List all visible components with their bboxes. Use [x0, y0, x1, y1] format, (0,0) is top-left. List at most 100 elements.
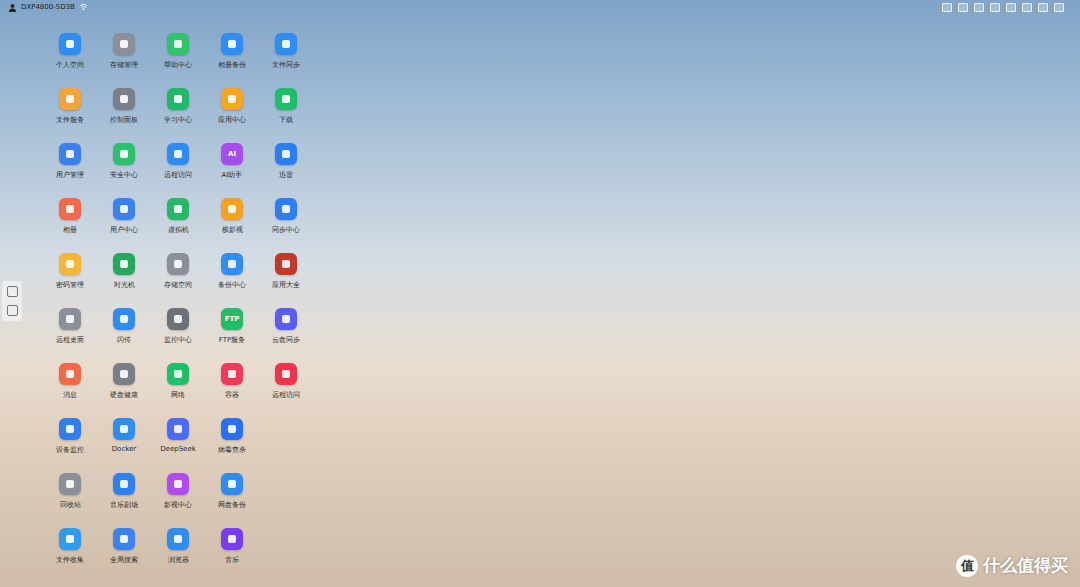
app-label: 网络 [171, 390, 185, 400]
app-shortcut[interactable]: 应用大全 [259, 253, 313, 308]
app-shortcut[interactable]: 网络 [151, 363, 205, 418]
status-icon[interactable] [1006, 3, 1016, 12]
app-shortcut[interactable]: 全局搜索 [97, 528, 151, 583]
app-icon [167, 528, 189, 550]
glyph-icon [280, 313, 292, 325]
app-shortcut[interactable]: 虚拟机 [151, 198, 205, 253]
dock-icon [7, 305, 18, 316]
app-icon [59, 528, 81, 550]
app-label: 远程桌面 [56, 335, 84, 345]
app-shortcut[interactable]: 存储管理 [97, 33, 151, 88]
app-shortcut[interactable]: 个人空间 [43, 33, 97, 88]
app-label: 监控中心 [164, 335, 192, 345]
app-shortcut[interactable]: 时光机 [97, 253, 151, 308]
glyph-icon [172, 478, 184, 490]
app-shortcut[interactable]: FTPFTP服务 [205, 308, 259, 363]
app-shortcut[interactable]: AIAI助手 [205, 143, 259, 198]
app-shortcut[interactable]: 回收站 [43, 473, 97, 528]
glyph-icon [118, 533, 130, 545]
app-label: 闪传 [117, 335, 131, 345]
app-shortcut[interactable]: 安全中心 [97, 143, 151, 198]
glyph-icon [172, 148, 184, 160]
app-shortcut[interactable]: 同步中心 [259, 198, 313, 253]
app-label: 消息 [63, 390, 77, 400]
app-icon [167, 198, 189, 220]
glyph-icon [280, 368, 292, 380]
glyph-icon [172, 368, 184, 380]
app-row: 密码管理时光机存储空间备份中心应用大全 [43, 253, 1080, 308]
app-shortcut[interactable]: 硬盘健康 [97, 363, 151, 418]
app-icon [113, 88, 135, 110]
status-icon[interactable] [942, 3, 952, 12]
app-label: 存储管理 [110, 60, 138, 70]
app-shortcut[interactable]: 消息 [43, 363, 97, 418]
status-icon[interactable] [958, 3, 968, 12]
status-icon[interactable] [990, 3, 1000, 12]
device-name[interactable]: DXP4800-5D3B [8, 3, 88, 12]
app-shortcut[interactable]: 音乐剧场 [97, 473, 151, 528]
app-icon [113, 143, 135, 165]
status-icon[interactable] [1054, 3, 1064, 12]
status-icon[interactable] [1022, 3, 1032, 12]
app-label: 硬盘健康 [110, 390, 138, 400]
app-shortcut[interactable]: 相册 [43, 198, 97, 253]
glyph-icon [172, 533, 184, 545]
app-shortcut[interactable]: DeepSeek [151, 418, 205, 473]
app-shortcut[interactable]: 相册备份 [205, 33, 259, 88]
app-shortcut[interactable]: 存储空间 [151, 253, 205, 308]
app-label: 相册备份 [218, 60, 246, 70]
app-shortcut[interactable]: 云盘同步 [259, 308, 313, 363]
desktop: DXP4800-5D3B 个人空间 存储管理 帮助中心 相册备份 文件同步文件服务 控制面板… [0, 0, 1080, 587]
app-shortcut[interactable]: 音乐 [205, 528, 259, 583]
app-shortcut[interactable]: 帮助中心 [151, 33, 205, 88]
app-label: 学习中心 [164, 115, 192, 125]
watermark-logo: 值 [956, 555, 978, 577]
app-shortcut[interactable]: 容器 [205, 363, 259, 418]
app-icon [275, 363, 297, 385]
app-icon [221, 418, 243, 440]
app-icon [59, 198, 81, 220]
app-shortcut[interactable]: 病毒查杀 [205, 418, 259, 473]
app-shortcut[interactable]: 文件服务 [43, 88, 97, 143]
app-icon [113, 473, 135, 495]
app-label: 远程访问 [272, 390, 300, 400]
app-shortcut[interactable]: 设备监控 [43, 418, 97, 473]
app-shortcut[interactable]: Docker [97, 418, 151, 473]
app-shortcut[interactable]: 下载 [259, 88, 313, 143]
app-label: 文件服务 [56, 115, 84, 125]
status-icon[interactable] [974, 3, 984, 12]
app-icon [221, 528, 243, 550]
app-shortcut[interactable]: 远程访问 [259, 363, 313, 418]
dock-icon [7, 286, 18, 297]
status-icon[interactable] [1038, 3, 1048, 12]
glyph-icon [226, 203, 238, 215]
glyph-icon [64, 533, 76, 545]
glyph-icon [280, 93, 292, 105]
app-icon [113, 528, 135, 550]
app-shortcut[interactable]: 远程访问 [151, 143, 205, 198]
app-shortcut[interactable]: 学习中心 [151, 88, 205, 143]
app-icon [59, 473, 81, 495]
app-shortcut[interactable]: 用户中心 [97, 198, 151, 253]
app-shortcut[interactable]: 闪传 [97, 308, 151, 363]
app-shortcut[interactable]: 影视中心 [151, 473, 205, 528]
app-label: 极影视 [222, 225, 243, 235]
app-shortcut[interactable]: 密码管理 [43, 253, 97, 308]
app-shortcut[interactable]: 极影视 [205, 198, 259, 253]
app-shortcut[interactable]: 远程桌面 [43, 308, 97, 363]
app-shortcut[interactable]: 控制面板 [97, 88, 151, 143]
app-shortcut[interactable]: 监控中心 [151, 308, 205, 363]
app-shortcut[interactable]: 备份中心 [205, 253, 259, 308]
app-shortcut[interactable]: 网盘备份 [205, 473, 259, 528]
watermark: 值什么值得买 [956, 554, 1068, 577]
app-row: 设备监控DockerDeepSeek病毒查杀 [43, 418, 1080, 473]
app-shortcut[interactable]: 浏览器 [151, 528, 205, 583]
app-shortcut[interactable]: 应用中心 [205, 88, 259, 143]
app-icon [167, 253, 189, 275]
side-dock-tab[interactable] [2, 281, 22, 321]
app-shortcut[interactable]: 文件收集 [43, 528, 97, 583]
app-shortcut[interactable]: 用户管理 [43, 143, 97, 198]
app-shortcut[interactable]: 文件同步 [259, 33, 313, 88]
app-shortcut[interactable]: 迅雷 [259, 143, 313, 198]
glyph-icon [172, 258, 184, 270]
